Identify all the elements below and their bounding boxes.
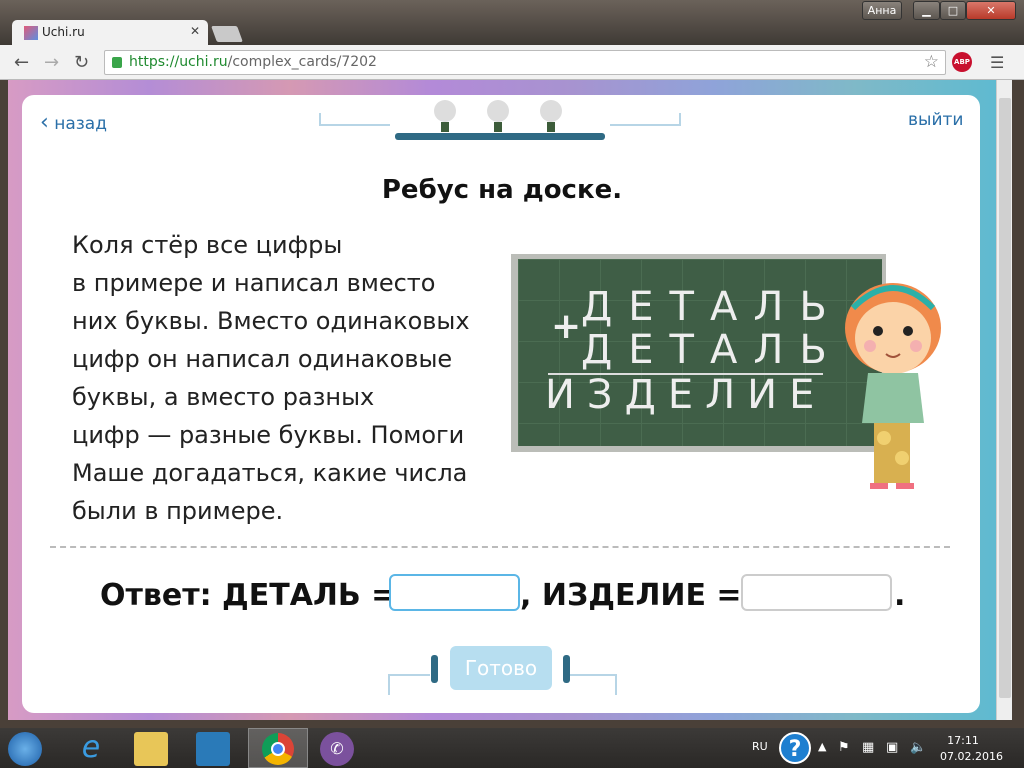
address-bar[interactable]: https://uchi.ru/complex_cards/7202 ☆ [104,50,946,75]
maximize-button[interactable]: □ [940,1,966,20]
task-line: были в примере. [72,497,284,525]
new-tab-button[interactable] [211,26,243,42]
browser-toolbar: ← → ↻ https://uchi.ru/complex_cards/7202… [0,45,1024,80]
viber-icon[interactable]: ✆ [320,732,354,766]
task-line: Коля стёр все цифры [72,231,343,259]
task-line: цифр он написал одинаковые [72,345,453,373]
task-text: Коля стёр все цифры в примере и написал … [72,226,502,530]
izdelie-answer-input[interactable] [741,574,892,611]
board-row-1: ДЕТАЛЬ [581,284,843,330]
board-row-2: ДЕТАЛЬ [581,327,843,373]
time: 17:11 [947,734,979,747]
task-line: Маше догадаться, какие числа [72,459,468,487]
task-line: них буквы. Вместо одинаковых [72,307,470,335]
divider [50,546,950,548]
chevron-left-icon: ‹ [40,110,49,135]
close-tab-icon[interactable]: ✕ [190,24,200,38]
uchi-favicon [24,26,38,40]
forward-arrow-icon[interactable]: → [44,52,59,73]
windows-taskbar: e ✆ RU ? ▲ ⚑ ▦ ▣ 🔈 17:11 07.02.2016 [0,728,1024,768]
network-icon[interactable]: ▣ [886,740,898,755]
window-titlebar: Uchi.ru ✕ Анна ▁ □ ✕ [0,0,1024,46]
detal-answer-input[interactable] [389,574,520,611]
task-line: в примере и написал вместо [72,269,436,297]
flag-icon[interactable]: ⚑ [838,740,850,755]
language-indicator[interactable]: RU [752,740,768,753]
chrome-taskbar-button[interactable] [248,728,308,768]
board-result: ИЗДЕЛИЕ [545,372,827,418]
browser-tab[interactable]: Uchi.ru ✕ [12,20,208,46]
bookmark-star-icon[interactable]: ☆ [924,52,939,72]
done-button[interactable]: Готово [450,646,552,690]
adblock-icon[interactable]: ABP [952,52,972,72]
reload-icon[interactable]: ↻ [74,52,89,73]
close-window-button[interactable]: ✕ [966,1,1016,20]
light-bulbs-decoration [319,100,681,140]
exit-link[interactable]: выйти [908,110,963,130]
lock-icon [112,57,122,68]
clock[interactable]: 17:11 07.02.2016 [940,733,1003,765]
izdelie-label: , ИЗДЕЛИЕ = [520,578,742,613]
menu-icon[interactable]: ☰ [990,53,1004,72]
answer-label: Ответ: ДЕТАЛЬ = [100,578,397,613]
back-label: назад [54,114,107,134]
tab-title: Uchi.ru [42,25,85,39]
help-icon[interactable]: ? [779,732,811,764]
task-line: цифр — разные буквы. Помоги [72,421,465,449]
user-profile-button[interactable]: Анна [862,1,902,20]
media-player-icon[interactable] [196,732,230,766]
minimize-button[interactable]: ▁ [913,1,940,20]
chrome-icon [262,733,294,765]
start-button[interactable] [8,732,42,766]
windows-icon[interactable]: ▦ [862,740,874,755]
show-hidden-icons[interactable]: ▲ [818,740,826,753]
answer-row: Ответ: ДЕТАЛЬ = [100,578,396,613]
volume-icon[interactable]: 🔈 [910,740,926,755]
internet-explorer-icon[interactable]: e [74,732,108,766]
chalkboard: + ДЕТАЛЬ ДЕТАЛЬ ИЗДЕЛИЕ [511,254,886,452]
date: 07.02.2016 [940,750,1003,763]
task-line: буквы, а вместо разных [72,383,375,411]
back-link[interactable]: ‹ назад [40,110,107,135]
url-host: uchi.ru [179,54,228,70]
plus-sign: + [551,306,582,347]
page-title: Ребус на доске. [381,175,623,205]
back-arrow-icon[interactable]: ← [14,52,29,73]
url-scheme: https:// [129,54,180,70]
girl-illustration [845,283,941,489]
answer-period: . [894,578,906,613]
url-path: /complex_cards/7202 [227,54,377,70]
file-explorer-icon[interactable] [134,732,168,766]
